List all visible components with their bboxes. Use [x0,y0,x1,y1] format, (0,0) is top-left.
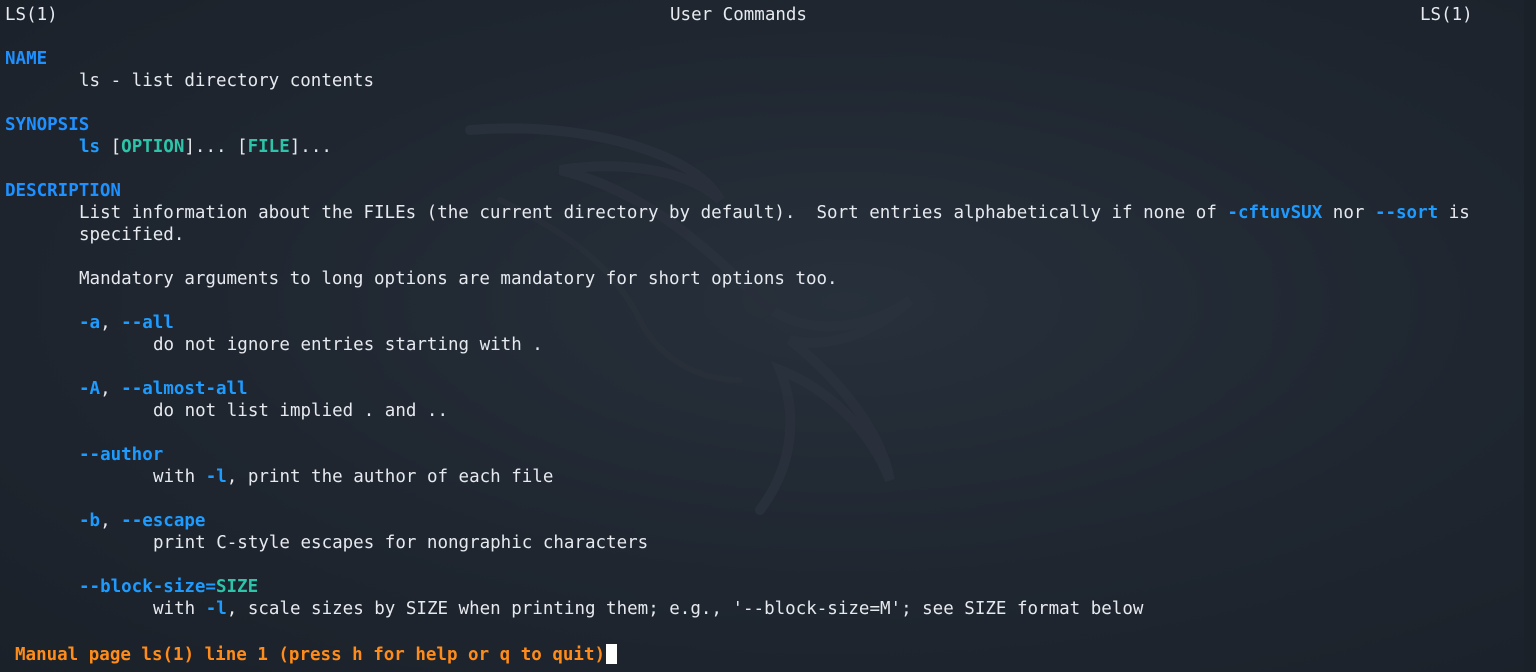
synopsis-bracket: ]... [ [184,137,248,157]
section-name-heading: NAME [5,49,48,69]
header-title: User Commands [670,5,807,25]
option-description: with -l, print the author of each file [153,466,553,488]
option-separator: , [100,511,122,531]
synopsis-line: ls [OPTION]... [FILE]... [79,136,332,158]
option-block-size: --block-size=SIZE [79,576,258,598]
description-paragraph-1: List information about the FILEs (the cu… [79,202,1470,224]
synopsis-command: ls [79,137,101,157]
option-desc-flag: -l [205,467,227,487]
option-arg: SIZE [215,577,259,597]
option-almost-all: -A, --almost-all [79,378,248,400]
synopsis-bracket: [ [100,137,122,157]
description-text: List information about the FILEs (the cu… [79,203,1228,223]
option-description: do not ignore entries starting with . [153,335,543,355]
option-short: -a [79,313,101,333]
option-short: -b [79,511,101,531]
option-desc-flag: -l [205,599,227,619]
pager-status-line[interactable]: Manual page ls(1) line 1 (press h for he… [15,644,618,666]
option-short: -A [79,379,101,399]
section-description-heading: DESCRIPTION [5,181,121,201]
option-desc-text: with [153,599,206,619]
option-desc-text: , scale sizes by SIZE when printing them… [226,599,1144,619]
description-paragraph-1-cont: specified. [79,225,185,245]
option-description: do not list implied . and .. [153,401,449,421]
option-separator: , [100,313,122,333]
option-long: --all [121,313,174,333]
option-desc-text: with [153,467,206,487]
name-text: ls - list directory contents [79,71,375,91]
option-all: -a, --all [79,312,174,334]
option-escape: -b, --escape [79,510,205,532]
option-long: --escape [121,511,206,531]
description-text: is [1438,203,1470,223]
header-right: LS(1) [1420,5,1473,25]
option-long: --almost-all [121,379,248,399]
description-option: -cftuvSUX [1227,203,1323,223]
option-long: --author [79,445,164,465]
option-separator: , [100,379,122,399]
synopsis-file-arg: FILE [247,137,290,157]
synopsis-bracket: ]... [289,137,332,157]
option-long: --block-size= [79,577,216,597]
option-desc-text: , print the author of each file [226,467,554,487]
scrollbar[interactable] [1524,0,1536,672]
description-option: --sort [1374,203,1439,223]
description-paragraph-2: Mandatory arguments to long options are … [79,269,838,289]
status-text: Manual page ls(1) line 1 (press h for he… [15,645,606,665]
terminal-window[interactable]: LS(1) User Commands LS(1) NAME ls - list… [0,0,1536,672]
description-text: nor [1322,203,1375,223]
synopsis-option-arg: OPTION [121,137,185,157]
section-synopsis-heading: SYNOPSIS [5,115,90,135]
header-left: LS(1) [5,5,58,25]
option-description: print C-style escapes for nongraphic cha… [153,533,649,553]
text-cursor [606,644,618,664]
option-description: with -l, scale sizes by SIZE when printi… [153,598,1143,620]
option-author: --author [79,444,163,466]
